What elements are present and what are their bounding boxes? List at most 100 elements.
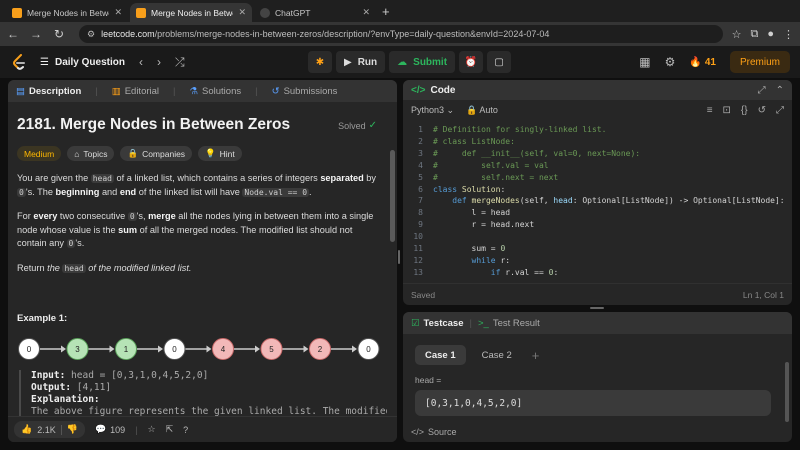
- hint-tag[interactable]: 💡 Hint: [198, 146, 242, 161]
- forward-icon[interactable]: →: [29, 27, 43, 41]
- comment-count: 109: [110, 424, 126, 435]
- extensions-icon[interactable]: ⧉: [750, 28, 758, 41]
- browser-tab-2[interactable]: Merge Nodes in Between Zeros ✕: [130, 3, 252, 22]
- testcase-header: ☑ Testcase | >_ Test Result: [403, 312, 792, 334]
- code-token: r = head.next: [433, 220, 535, 230]
- code-line: 1 # Definition for singly-linked list.: [403, 124, 792, 136]
- problem-tags: Medium ⌂ Topics 🔒 Companies 💡 Hint: [17, 146, 378, 161]
- list-arrow-head: [109, 345, 115, 353]
- source-button[interactable]: </> Source: [411, 427, 457, 437]
- play-icon: ▶: [344, 56, 352, 68]
- timer-button[interactable]: ⏰: [459, 51, 484, 73]
- share-icon[interactable]: ⇱: [166, 424, 174, 435]
- linked-list-figure: 0 3 1 0 4 5 2 0: [18, 338, 380, 360]
- close-tab-icon[interactable]: ✕: [362, 7, 370, 18]
- reset-icon[interactable]: ↺: [758, 105, 766, 116]
- cursor-position: Ln 1, Col 1: [742, 289, 784, 300]
- browser-tab-1[interactable]: Merge Nodes in Between Zeros ✕: [6, 3, 128, 22]
- line-number: 12: [413, 255, 423, 265]
- tab-test-result[interactable]: >_ Test Result: [478, 318, 540, 329]
- maximize-icon[interactable]: ⤢: [758, 85, 766, 96]
- format-icon[interactable]: ≡: [707, 105, 713, 116]
- companies-tag[interactable]: 🔒 Companies: [120, 146, 193, 161]
- run-label: Run: [357, 56, 378, 68]
- code-token: 0: [500, 244, 506, 254]
- code-editor[interactable]: 1 # Definition for singly-linked list. 2 # …: [403, 124, 792, 280]
- line-number: 5: [418, 172, 423, 182]
- tab-label: Testcase: [423, 317, 464, 329]
- list-node-value: 3: [75, 345, 80, 354]
- tab-editorial[interactable]: ▥ Editorial: [112, 86, 159, 97]
- run-button[interactable]: ▶ Run: [336, 51, 386, 73]
- like-count: 2.1K: [37, 424, 56, 435]
- help-icon[interactable]: ?: [183, 425, 188, 435]
- language-select[interactable]: Python3 ⌄: [411, 105, 454, 116]
- text-segment: For: [17, 211, 34, 221]
- line-number: 8: [418, 208, 423, 218]
- fullscreen-icon[interactable]: ⤢: [776, 105, 784, 116]
- thumbs-up-icon[interactable]: 👍: [21, 424, 32, 435]
- description-scrollbar[interactable]: [390, 150, 395, 242]
- topics-tag[interactable]: ⌂ Topics: [67, 146, 115, 161]
- add-case-icon[interactable]: +: [528, 345, 544, 365]
- braces-icon[interactable]: {}: [741, 105, 748, 116]
- favorite-star-icon[interactable]: ☆: [148, 424, 156, 435]
- close-tab-icon[interactable]: ✕: [114, 7, 122, 18]
- collapse-icon[interactable]: ⌃: [776, 85, 784, 96]
- code-token: l = head: [433, 208, 511, 218]
- case-2-tab[interactable]: Case 2: [472, 345, 522, 365]
- tab-submissions[interactable]: ↺ Submissions: [272, 86, 338, 97]
- tab-testcase[interactable]: ☑ Testcase: [411, 318, 464, 329]
- debug-button[interactable]: ✱: [308, 51, 332, 73]
- tab-solutions[interactable]: ⚗ Solutions: [190, 86, 242, 97]
- streak-counter[interactable]: 🔥 41: [689, 57, 716, 68]
- text-segment: end: [119, 186, 137, 197]
- submit-button[interactable]: ☁ Submit: [389, 51, 456, 73]
- thumbs-down-icon[interactable]: 👎: [67, 424, 78, 435]
- reload-icon[interactable]: ↻: [52, 27, 66, 41]
- browser-tab-3[interactable]: ChatGPT ✕: [254, 3, 376, 22]
- vertical-splitter[interactable]: [398, 250, 400, 264]
- url-bar[interactable]: ⚙ leetcode.com/problems/merge-nodes-in-b…: [79, 25, 723, 43]
- premium-button[interactable]: Premium: [729, 51, 790, 73]
- problem-title[interactable]: 2181. Merge Nodes in Between Zeros: [17, 116, 378, 134]
- bug-icon: ✱: [315, 56, 325, 68]
- code-token: # class ListNode:: [433, 136, 515, 146]
- text-segment: separated: [320, 173, 364, 183]
- settings-gear-icon[interactable]: ⚙: [665, 55, 676, 69]
- case-1-tab[interactable]: Case 1: [415, 345, 466, 365]
- input-value: head = [0,3,1,0,4,5,2,0]: [65, 370, 209, 381]
- profile-avatar[interactable]: ●: [767, 28, 774, 40]
- tab-description[interactable]: ▤ Description: [16, 86, 81, 97]
- site-info-icon[interactable]: ⚙: [87, 29, 95, 40]
- code-token: def: [452, 196, 472, 206]
- notes-button[interactable]: ▢: [487, 51, 512, 73]
- comment-button[interactable]: 💬 109: [95, 424, 125, 435]
- next-problem-icon[interactable]: ›: [157, 55, 161, 70]
- submit-label: Submit: [413, 56, 448, 68]
- code-line: 4 # self.val = val: [403, 160, 792, 172]
- bookmark-icon[interactable]: ⊡: [723, 105, 731, 116]
- leetcode-logo-icon[interactable]: [12, 54, 26, 70]
- daily-question-label: Daily Question: [54, 56, 125, 68]
- bookmark-star-icon[interactable]: ☆: [732, 28, 742, 41]
- text-segment: Node.val == 0: [242, 187, 310, 197]
- example-title: Example 1:: [17, 313, 68, 324]
- shuffle-icon[interactable]: ⤮: [175, 55, 185, 70]
- text-segment: sum: [118, 224, 138, 235]
- code-token: sum =: [433, 244, 501, 254]
- testcase-scrollbar[interactable]: [785, 362, 789, 422]
- layout-icon[interactable]: ▦: [639, 55, 650, 69]
- text-segment: of the modified linked list.: [85, 262, 192, 273]
- prev-problem-icon[interactable]: ‹: [139, 55, 143, 70]
- browser-menu-icon[interactable]: ⋮: [783, 28, 794, 41]
- close-tab-icon[interactable]: ✕: [238, 7, 246, 18]
- back-icon[interactable]: ←: [6, 27, 20, 41]
- testcase-input[interactable]: [0,3,1,0,4,5,2,0]: [415, 390, 771, 416]
- daily-question-link[interactable]: ☰ Daily Question: [40, 57, 125, 68]
- auto-mode-toggle[interactable]: 🔒 Auto: [466, 105, 498, 116]
- horizontal-splitter[interactable]: [590, 307, 604, 309]
- new-tab-icon[interactable]: +: [382, 4, 390, 19]
